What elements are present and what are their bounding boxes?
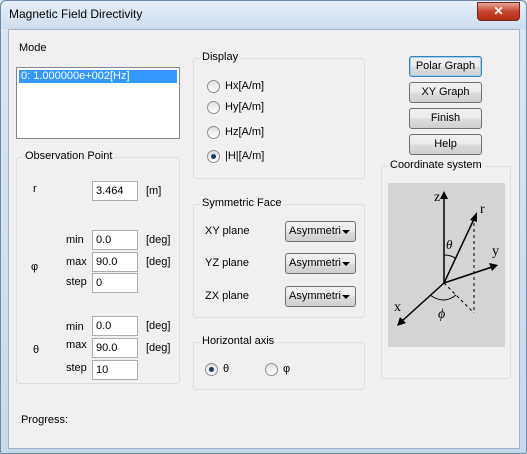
r-unit: [m] xyxy=(146,185,162,197)
mode-listbox[interactable]: 0: 1.000000e+002[Hz] xyxy=(16,67,180,139)
display-group: Display xyxy=(193,51,365,179)
polar-graph-button[interactable]: Polar Graph xyxy=(409,56,482,77)
phi-step-input[interactable]: 0 xyxy=(92,273,138,293)
coordinate-system-title: Coordinate system xyxy=(388,159,484,171)
z-axis-label: z xyxy=(434,190,440,205)
yz-plane-value: Asymmetric xyxy=(289,257,341,269)
theta-max-label: max xyxy=(66,339,87,351)
coordinate-diagram: z r θ y x ϕ xyxy=(388,183,505,347)
mode-label: Mode xyxy=(19,42,47,54)
radio-label: φ xyxy=(283,363,291,375)
horizontal-axis-group: Horizontal axis xyxy=(193,335,365,390)
r-label: r xyxy=(480,202,485,217)
diagram-background xyxy=(388,183,505,347)
xy-plane-select[interactable]: Asymmetric xyxy=(285,221,356,242)
coordinate-system-group: Coordinate system z r θ y x ϕ xyxy=(381,159,511,379)
r-label: r xyxy=(33,183,37,195)
chevron-down-icon xyxy=(342,230,350,234)
zx-plane-label: ZX plane xyxy=(205,290,250,302)
xy-plane-value: Asymmetric xyxy=(289,225,341,237)
theta-symbol: θ xyxy=(446,237,453,252)
radio-label: Hz[A/m] xyxy=(225,126,265,138)
theta-min-label: min xyxy=(66,321,84,333)
phi-max-input[interactable]: 90.0 xyxy=(92,252,138,272)
phi-max-label: max xyxy=(66,256,87,268)
phi-step-label: step xyxy=(66,276,87,288)
theta-step-input[interactable]: 10 xyxy=(92,360,138,380)
phi-label: φ xyxy=(31,261,39,273)
progress-label: Progress: xyxy=(21,414,69,426)
theta-min-input[interactable]: 0.0 xyxy=(92,316,138,336)
symmetric-face-title: Symmetric Face xyxy=(200,197,284,209)
phi-min-label: min xyxy=(66,234,84,246)
title-bar[interactable]: Magnetic Field Directivity ✕ xyxy=(1,1,526,29)
radio-dot-selected[interactable] xyxy=(205,363,218,376)
xy-plane-label: XY plane xyxy=(205,225,250,237)
help-button[interactable]: Help xyxy=(409,134,482,155)
radio-label: θ xyxy=(223,363,230,375)
radio-label: Hy[A/m] xyxy=(225,101,265,113)
window-title: Magnetic Field Directivity xyxy=(9,7,143,21)
yz-plane-select[interactable]: Asymmetric xyxy=(285,253,356,274)
yz-plane-label: YZ plane xyxy=(205,257,250,269)
radio-dot[interactable] xyxy=(265,363,278,376)
display-title: Display xyxy=(200,51,241,63)
radio-dot[interactable] xyxy=(207,101,220,114)
r-input[interactable]: 3.464 xyxy=(92,181,138,201)
radio-label: Hx[A/m] xyxy=(225,80,265,92)
theta-step-label: step xyxy=(66,362,87,374)
xy-graph-button[interactable]: XY Graph xyxy=(409,82,482,103)
observation-point-title: Observation Point xyxy=(23,150,115,162)
phi-min-input[interactable]: 0.0 xyxy=(92,230,138,250)
chevron-down-icon xyxy=(342,295,350,299)
x-axis-label: x xyxy=(394,300,401,315)
mode-list-item[interactable]: 0: 1.000000e+002[Hz] xyxy=(19,70,177,83)
horizontal-axis-title: Horizontal axis xyxy=(200,335,277,347)
radio-label: |H|[A/m] xyxy=(225,150,265,162)
chevron-down-icon xyxy=(342,262,350,266)
radio-dot-selected[interactable] xyxy=(207,150,220,163)
theta-max-input[interactable]: 90.0 xyxy=(92,338,138,358)
close-button[interactable]: ✕ xyxy=(477,2,520,21)
radio-dot[interactable] xyxy=(207,126,220,139)
phi-min-unit: [deg] xyxy=(146,234,171,246)
dialog-client-area: Mode 0: 1.000000e+002[Hz] Observation Po… xyxy=(8,29,520,449)
radio-dot[interactable] xyxy=(207,80,220,93)
finish-button[interactable]: Finish xyxy=(409,108,482,129)
dialog-window: Magnetic Field Directivity ✕ Mode 0: 1.0… xyxy=(0,0,527,454)
zx-plane-value: Asymmetric xyxy=(289,290,341,302)
theta-min-unit: [deg] xyxy=(146,320,171,332)
theta-max-unit: [deg] xyxy=(146,342,171,354)
phi-max-unit: [deg] xyxy=(146,256,171,268)
phi-symbol: ϕ xyxy=(438,307,445,322)
zx-plane-select[interactable]: Asymmetric xyxy=(285,286,356,307)
theta-label: θ xyxy=(33,344,40,356)
y-axis-label: y xyxy=(492,244,499,259)
